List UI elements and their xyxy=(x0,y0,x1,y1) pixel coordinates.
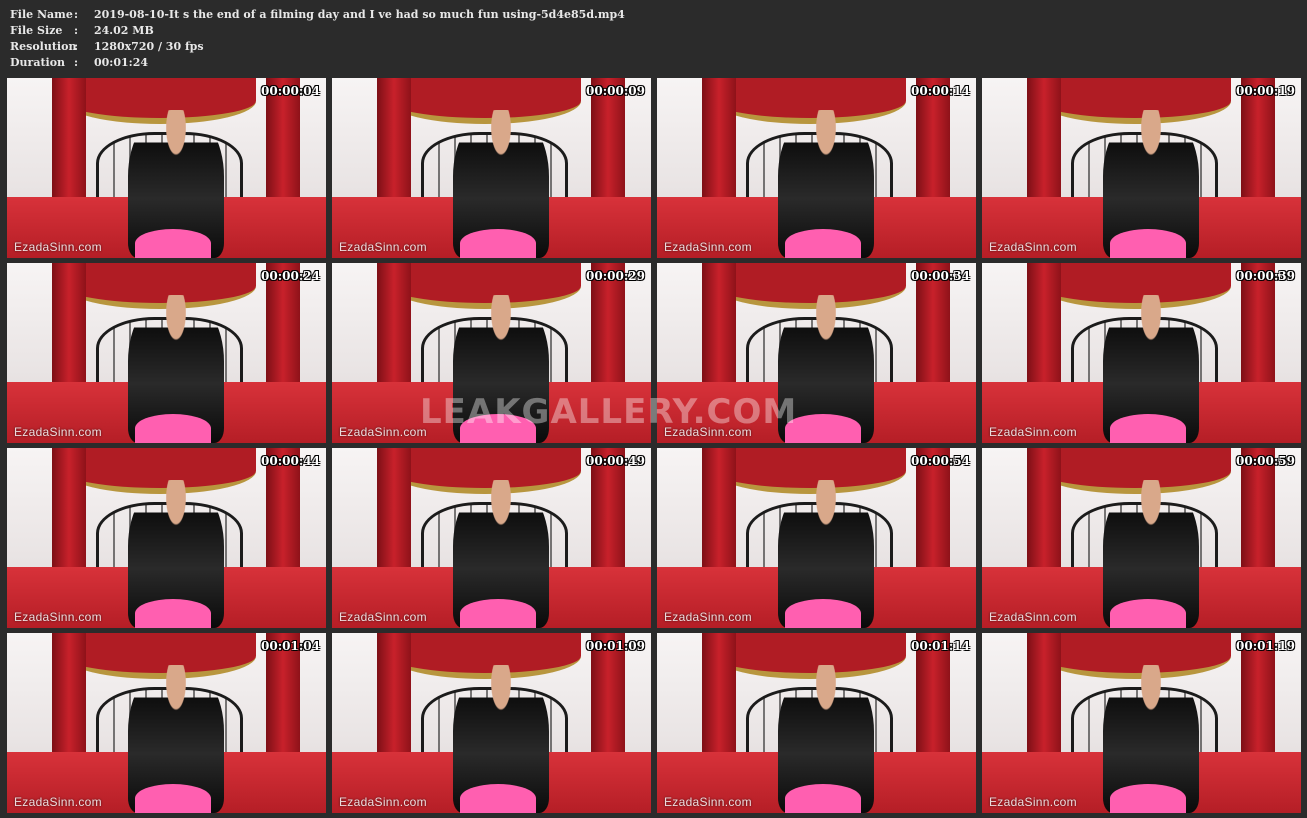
thumbnail-watermark: EzadaSinn.com xyxy=(14,425,102,439)
thumbnail-watermark: EzadaSinn.com xyxy=(14,240,102,254)
video-thumbnail[interactable]: 00:01:09 EzadaSinn.com xyxy=(332,633,651,813)
video-thumbnail[interactable]: 00:01:04 EzadaSinn.com xyxy=(7,633,326,813)
thumbnail-timestamp: 00:00:34 xyxy=(911,269,970,283)
thumbnail-scene-prop xyxy=(784,599,862,628)
file-name-key: File Name xyxy=(10,8,73,21)
resolution-row: Resolution : 1280x720 / 30 fps xyxy=(10,39,625,55)
thumbnail-scene-prop xyxy=(1109,229,1187,258)
thumbnail-scene-prop xyxy=(134,414,212,443)
thumbnail-timestamp: 00:00:24 xyxy=(261,269,320,283)
file-size-sep: : xyxy=(74,24,79,37)
thumbnail-watermark: EzadaSinn.com xyxy=(989,425,1077,439)
duration-sep: : xyxy=(74,56,79,69)
resolution-value: 1280x720 / 30 fps xyxy=(94,40,204,53)
thumbnail-scene-prop xyxy=(459,414,537,443)
thumbnail-watermark: EzadaSinn.com xyxy=(339,425,427,439)
thumbnail-scene-curtain-left xyxy=(701,448,736,578)
thumbnail-timestamp: 00:00:39 xyxy=(1236,269,1295,283)
thumbnail-watermark: EzadaSinn.com xyxy=(664,795,752,809)
video-thumbnail[interactable]: 00:00:29 EzadaSinn.com xyxy=(332,263,651,443)
file-name-sep: : xyxy=(74,8,79,21)
video-thumbnail[interactable]: 00:00:54 EzadaSinn.com xyxy=(657,448,976,628)
thumbnail-scene-curtain-left xyxy=(376,263,411,393)
video-thumbnail[interactable]: 00:00:09 EzadaSinn.com xyxy=(332,78,651,258)
video-thumbnail[interactable]: 00:00:24 EzadaSinn.com xyxy=(7,263,326,443)
file-size-row: File Size : 24.02 MB xyxy=(10,23,625,39)
video-thumbnail[interactable]: 00:00:44 EzadaSinn.com xyxy=(7,448,326,628)
thumbnail-timestamp: 00:00:59 xyxy=(1236,454,1295,468)
video-thumbnail[interactable]: 00:00:49 EzadaSinn.com xyxy=(332,448,651,628)
video-thumbnail[interactable]: 00:00:59 EzadaSinn.com xyxy=(982,448,1301,628)
thumbnail-watermark: EzadaSinn.com xyxy=(339,795,427,809)
thumbnail-scene-prop xyxy=(1109,599,1187,628)
thumbnail-scene-curtain-left xyxy=(51,448,86,578)
thumbnail-scene-prop xyxy=(784,229,862,258)
thumbnail-timestamp: 00:01:09 xyxy=(586,639,645,653)
file-size-value: 24.02 MB xyxy=(94,24,154,37)
thumbnail-timestamp: 00:01:19 xyxy=(1236,639,1295,653)
resolution-key: Resolution xyxy=(10,40,77,53)
thumbnail-grid: 00:00:04 EzadaSinn.com 00:00:09 EzadaSinn.c… xyxy=(7,78,1301,813)
video-thumbnail[interactable]: 00:01:19 EzadaSinn.com xyxy=(982,633,1301,813)
thumbnail-scene-prop xyxy=(1109,414,1187,443)
duration-key: Duration xyxy=(10,56,66,69)
thumbnail-scene-curtain-left xyxy=(1026,263,1061,393)
resolution-sep: : xyxy=(74,40,79,53)
thumbnail-scene-curtain-left xyxy=(701,78,736,208)
file-name-row: File Name : 2019-08-10-It s the end of a… xyxy=(10,7,625,23)
thumbnail-scene-prop xyxy=(134,229,212,258)
thumbnail-watermark: EzadaSinn.com xyxy=(989,795,1077,809)
thumbnail-watermark: EzadaSinn.com xyxy=(664,610,752,624)
thumbnail-timestamp: 00:00:29 xyxy=(586,269,645,283)
thumbnail-watermark: EzadaSinn.com xyxy=(989,610,1077,624)
thumbnail-timestamp: 00:00:54 xyxy=(911,454,970,468)
thumbnail-scene-prop xyxy=(459,599,537,628)
thumbnail-scene-curtain-left xyxy=(376,448,411,578)
thumbnail-scene-prop xyxy=(459,784,537,813)
video-thumbnail[interactable]: 00:00:04 EzadaSinn.com xyxy=(7,78,326,258)
video-thumbnail[interactable]: 00:00:39 EzadaSinn.com xyxy=(982,263,1301,443)
thumbnail-timestamp: 00:00:04 xyxy=(261,84,320,98)
thumbnail-scene-curtain-left xyxy=(376,633,411,763)
video-thumbnail[interactable]: 00:00:14 EzadaSinn.com xyxy=(657,78,976,258)
thumbnail-watermark: EzadaSinn.com xyxy=(14,610,102,624)
thumbnail-watermark: EzadaSinn.com xyxy=(989,240,1077,254)
file-size-key: File Size xyxy=(10,24,63,37)
thumbnail-scene-curtain-left xyxy=(376,78,411,208)
video-thumbnail[interactable]: 00:01:14 EzadaSinn.com xyxy=(657,633,976,813)
thumbnail-timestamp: 00:00:09 xyxy=(586,84,645,98)
thumbnail-scene-prop xyxy=(134,784,212,813)
file-name-value: 2019-08-10-It s the end of a filming day… xyxy=(94,8,625,21)
video-thumbnail[interactable]: 00:00:19 EzadaSinn.com xyxy=(982,78,1301,258)
thumbnail-timestamp: 00:00:14 xyxy=(911,84,970,98)
thumbnail-watermark: EzadaSinn.com xyxy=(339,240,427,254)
thumbnail-watermark: EzadaSinn.com xyxy=(664,425,752,439)
thumbnail-scene-curtain-left xyxy=(51,633,86,763)
thumbnail-scene-curtain-left xyxy=(701,263,736,393)
thumbnail-timestamp: 00:00:44 xyxy=(261,454,320,468)
thumbnail-timestamp: 00:01:04 xyxy=(261,639,320,653)
thumbnail-scene-curtain-left xyxy=(1026,633,1061,763)
thumbnail-scene-curtain-left xyxy=(1026,78,1061,208)
thumbnail-timestamp: 00:01:14 xyxy=(911,639,970,653)
thumbnail-timestamp: 00:00:49 xyxy=(586,454,645,468)
duration-row: Duration : 00:01:24 xyxy=(10,55,625,71)
thumbnail-scene-curtain-left xyxy=(1026,448,1061,578)
thumbnail-scene-curtain-left xyxy=(701,633,736,763)
thumbnail-watermark: EzadaSinn.com xyxy=(664,240,752,254)
thumbnail-scene-prop xyxy=(784,414,862,443)
thumbnail-scene-prop xyxy=(784,784,862,813)
thumbnail-scene-prop xyxy=(1109,784,1187,813)
thumbnail-scene-prop xyxy=(134,599,212,628)
thumbnail-scene-curtain-left xyxy=(51,78,86,208)
duration-value: 00:01:24 xyxy=(94,56,149,69)
thumbnail-scene-curtain-left xyxy=(51,263,86,393)
thumbnail-scene-prop xyxy=(459,229,537,258)
file-info-panel: File Name : 2019-08-10-It s the end of a… xyxy=(10,7,625,71)
video-thumbnail[interactable]: 00:00:34 EzadaSinn.com xyxy=(657,263,976,443)
thumbnail-timestamp: 00:00:19 xyxy=(1236,84,1295,98)
thumbnail-watermark: EzadaSinn.com xyxy=(339,610,427,624)
thumbnail-watermark: EzadaSinn.com xyxy=(14,795,102,809)
